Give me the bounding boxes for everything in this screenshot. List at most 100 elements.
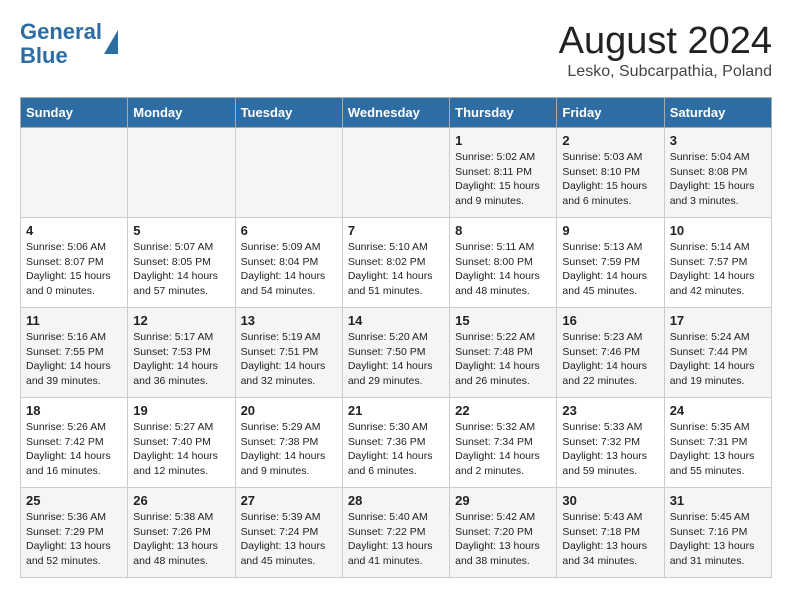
day-cell: 19Sunrise: 5:27 AMSunset: 7:40 PMDayligh… — [128, 398, 235, 488]
day-info: Sunrise: 5:26 AMSunset: 7:42 PMDaylight:… — [26, 420, 122, 479]
day-info: Sunrise: 5:02 AMSunset: 8:11 PMDaylight:… — [455, 150, 551, 209]
day-number: 17 — [670, 313, 766, 328]
day-info: Sunrise: 5:04 AMSunset: 8:08 PMDaylight:… — [670, 150, 766, 209]
day-info: Sunrise: 5:29 AMSunset: 7:38 PMDaylight:… — [241, 420, 337, 479]
day-info: Sunrise: 5:35 AMSunset: 7:31 PMDaylight:… — [670, 420, 766, 479]
day-number: 18 — [26, 403, 122, 418]
day-info: Sunrise: 5:09 AMSunset: 8:04 PMDaylight:… — [241, 240, 337, 299]
day-info: Sunrise: 5:06 AMSunset: 8:07 PMDaylight:… — [26, 240, 122, 299]
day-cell — [128, 128, 235, 218]
calendar-body: 1 Sunrise: 5:02 AMSunset: 8:11 PMDaylight… — [21, 128, 772, 578]
day-info: Sunrise: 5:11 AMSunset: 8:00 PMDaylight:… — [455, 240, 551, 299]
week-row-4: 18 Sunrise: 5:26 AMSunset: 7:42 PMDayligh… — [21, 398, 772, 488]
weekday-sunday: Sunday — [21, 98, 128, 128]
day-cell: 23 Sunrise: 5:33 AMSunset: 7:32 PMDayligh… — [557, 398, 664, 488]
day-number: 31 — [670, 493, 766, 508]
day-info: Sunrise: 5:32 AMSunset: 7:34 PMDaylight:… — [455, 420, 551, 479]
day-cell: 13 Sunrise: 5:19 AMSunset: 7:51 PMDayligh… — [235, 308, 342, 398]
day-cell: 15 Sunrise: 5:22 AMSunset: 7:48 PMDayligh… — [450, 308, 557, 398]
day-cell: 3 Sunrise: 5:04 AMSunset: 8:08 PMDaylight… — [664, 128, 771, 218]
day-number: 29 — [455, 493, 551, 508]
day-cell: 16 Sunrise: 5:23 AMSunset: 7:46 PMDayligh… — [557, 308, 664, 398]
week-row-3: 11Sunrise: 5:16 AMSunset: 7:55 PMDayligh… — [21, 308, 772, 398]
day-info: Sunrise: 5:33 AMSunset: 7:32 PMDaylight:… — [562, 420, 658, 479]
calendar-header: SundayMondayTuesdayWednesdayThursdayFrid… — [21, 98, 772, 128]
day-cell: 25 Sunrise: 5:36 AMSunset: 7:29 PMDayligh… — [21, 488, 128, 578]
day-cell: 9 Sunrise: 5:13 AMSunset: 7:59 PMDaylight… — [557, 218, 664, 308]
day-cell: 7 Sunrise: 5:10 AMSunset: 8:02 PMDaylight… — [342, 218, 449, 308]
day-number: 3 — [670, 133, 766, 148]
day-number: 7 — [348, 223, 444, 238]
day-number: 27 — [241, 493, 337, 508]
logo: GeneralBlue — [20, 20, 118, 68]
day-info: Sunrise: 5:45 AMSunset: 7:16 PMDaylight:… — [670, 510, 766, 569]
week-row-1: 1 Sunrise: 5:02 AMSunset: 8:11 PMDaylight… — [21, 128, 772, 218]
day-number: 14 — [348, 313, 444, 328]
day-number: 9 — [562, 223, 658, 238]
day-cell: 11Sunrise: 5:16 AMSunset: 7:55 PMDayligh… — [21, 308, 128, 398]
day-cell — [342, 128, 449, 218]
day-cell: 27 Sunrise: 5:39 AMSunset: 7:24 PMDayligh… — [235, 488, 342, 578]
day-number: 8 — [455, 223, 551, 238]
day-cell: 31 Sunrise: 5:45 AMSunset: 7:16 PMDayligh… — [664, 488, 771, 578]
day-cell: 8 Sunrise: 5:11 AMSunset: 8:00 PMDaylight… — [450, 218, 557, 308]
day-info: Sunrise: 5:07 AMSunset: 8:05 PMDaylight:… — [133, 240, 229, 299]
weekday-header-row: SundayMondayTuesdayWednesdayThursdayFrid… — [21, 98, 772, 128]
day-cell: 1 Sunrise: 5:02 AMSunset: 8:11 PMDaylight… — [450, 128, 557, 218]
day-cell: 17 Sunrise: 5:24 AMSunset: 7:44 PMDayligh… — [664, 308, 771, 398]
day-number: 21 — [348, 403, 444, 418]
weekday-friday: Friday — [557, 98, 664, 128]
day-number: 2 — [562, 133, 658, 148]
weekday-monday: Monday — [128, 98, 235, 128]
day-cell: 30Sunrise: 5:43 AMSunset: 7:18 PMDayligh… — [557, 488, 664, 578]
day-info: Sunrise: 5:03 AMSunset: 8:10 PMDaylight:… — [562, 150, 658, 209]
logo-icon — [104, 30, 118, 54]
day-info: Sunrise: 5:27 AMSunset: 7:40 PMDaylight:… — [133, 420, 229, 479]
title-block: August 2024 Lesko, Subcarpathia, Poland — [559, 20, 772, 81]
day-cell: 10Sunrise: 5:14 AMSunset: 7:57 PMDayligh… — [664, 218, 771, 308]
day-info: Sunrise: 5:13 AMSunset: 7:59 PMDaylight:… — [562, 240, 658, 299]
day-number: 16 — [562, 313, 658, 328]
day-info: Sunrise: 5:40 AMSunset: 7:22 PMDaylight:… — [348, 510, 444, 569]
day-number: 6 — [241, 223, 337, 238]
day-info: Sunrise: 5:39 AMSunset: 7:24 PMDaylight:… — [241, 510, 337, 569]
day-info: Sunrise: 5:10 AMSunset: 8:02 PMDaylight:… — [348, 240, 444, 299]
day-number: 15 — [455, 313, 551, 328]
day-number: 12 — [133, 313, 229, 328]
day-info: Sunrise: 5:36 AMSunset: 7:29 PMDaylight:… — [26, 510, 122, 569]
day-number: 5 — [133, 223, 229, 238]
day-number: 13 — [241, 313, 337, 328]
day-cell — [235, 128, 342, 218]
day-cell: 24Sunrise: 5:35 AMSunset: 7:31 PMDayligh… — [664, 398, 771, 488]
weekday-tuesday: Tuesday — [235, 98, 342, 128]
day-cell: 2 Sunrise: 5:03 AMSunset: 8:10 PMDaylight… — [557, 128, 664, 218]
day-info: Sunrise: 5:14 AMSunset: 7:57 PMDaylight:… — [670, 240, 766, 299]
day-number: 23 — [562, 403, 658, 418]
calendar-table: SundayMondayTuesdayWednesdayThursdayFrid… — [20, 97, 772, 578]
month-title: August 2024 — [559, 20, 772, 63]
day-info: Sunrise: 5:43 AMSunset: 7:18 PMDaylight:… — [562, 510, 658, 569]
day-number: 28 — [348, 493, 444, 508]
weekday-wednesday: Wednesday — [342, 98, 449, 128]
day-cell: 20 Sunrise: 5:29 AMSunset: 7:38 PMDayligh… — [235, 398, 342, 488]
day-cell: 29Sunrise: 5:42 AMSunset: 7:20 PMDayligh… — [450, 488, 557, 578]
day-number: 20 — [241, 403, 337, 418]
day-info: Sunrise: 5:24 AMSunset: 7:44 PMDaylight:… — [670, 330, 766, 389]
day-cell: 26Sunrise: 5:38 AMSunset: 7:26 PMDayligh… — [128, 488, 235, 578]
day-info: Sunrise: 5:19 AMSunset: 7:51 PMDaylight:… — [241, 330, 337, 389]
day-cell: 4Sunrise: 5:06 AMSunset: 8:07 PMDaylight… — [21, 218, 128, 308]
day-number: 26 — [133, 493, 229, 508]
day-cell — [21, 128, 128, 218]
week-row-5: 25 Sunrise: 5:36 AMSunset: 7:29 PMDayligh… — [21, 488, 772, 578]
day-info: Sunrise: 5:16 AMSunset: 7:55 PMDaylight:… — [26, 330, 122, 389]
day-number: 25 — [26, 493, 122, 508]
day-info: Sunrise: 5:23 AMSunset: 7:46 PMDaylight:… — [562, 330, 658, 389]
day-info: Sunrise: 5:30 AMSunset: 7:36 PMDaylight:… — [348, 420, 444, 479]
location: Lesko, Subcarpathia, Poland — [559, 63, 772, 81]
day-cell: 12 Sunrise: 5:17 AMSunset: 7:53 PMDayligh… — [128, 308, 235, 398]
day-info: Sunrise: 5:20 AMSunset: 7:50 PMDaylight:… — [348, 330, 444, 389]
day-info: Sunrise: 5:17 AMSunset: 7:53 PMDaylight:… — [133, 330, 229, 389]
day-cell: 14 Sunrise: 5:20 AMSunset: 7:50 PMDayligh… — [342, 308, 449, 398]
day-number: 1 — [455, 133, 551, 148]
day-info: Sunrise: 5:22 AMSunset: 7:48 PMDaylight:… — [455, 330, 551, 389]
